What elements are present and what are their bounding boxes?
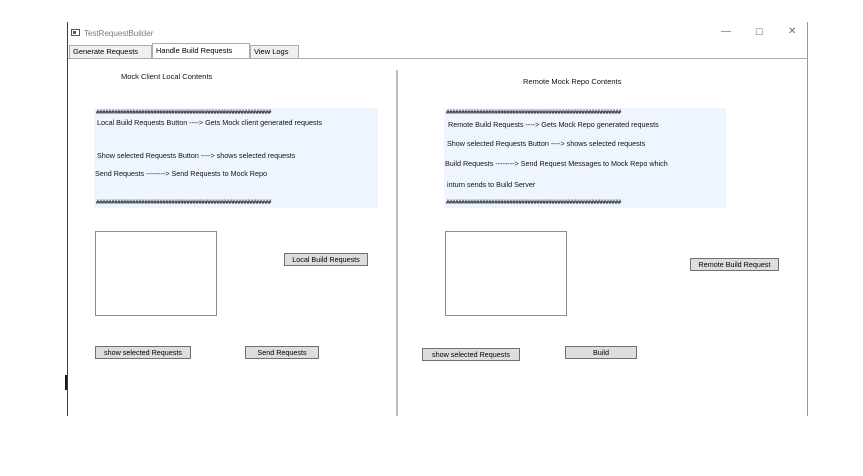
panel-splitter[interactable] xyxy=(396,70,398,416)
send-requests-button[interactable]: Send Requests xyxy=(245,346,319,359)
right-info-separator-bottom: ########################################… xyxy=(446,199,621,206)
tab-view-logs[interactable]: View Logs xyxy=(250,45,299,58)
right-panel-heading: Remote Mock Repo Contents xyxy=(523,77,622,86)
minimize-button[interactable]: — xyxy=(721,26,731,38)
right-info-line-1: Remote Build Requests ----> Gets Mock Re… xyxy=(448,120,659,129)
right-show-selected-requests-button[interactable]: show selected Requests xyxy=(422,348,520,361)
window-edge-accent xyxy=(65,375,67,390)
right-info-line-4: inturn sends to Build Server xyxy=(447,180,536,189)
right-info-line-2: Show selected Requests Button ----> show… xyxy=(447,139,646,148)
build-button[interactable]: Build xyxy=(565,346,637,359)
tab-strip-divider xyxy=(68,58,807,59)
left-panel-heading: Mock Client Local Contents xyxy=(121,72,213,81)
right-info-separator-top: ########################################… xyxy=(446,109,621,116)
left-info-line-3: Send Requests --------> Send Requests to… xyxy=(95,169,267,178)
local-build-requests-button[interactable]: Local Build Requests xyxy=(284,253,368,266)
maximize-button[interactable]: ☐ xyxy=(755,26,763,38)
remote-build-request-button[interactable]: Remote Build Request xyxy=(690,258,779,271)
left-show-selected-requests-button[interactable]: show selected Requests xyxy=(95,346,191,359)
left-info-line-2: Show selected Requests Button ----> show… xyxy=(97,151,296,160)
window-border-left xyxy=(67,22,68,416)
left-info-separator-top: ########################################… xyxy=(96,109,271,116)
right-info-line-3: Build Requests --------> Send Request Me… xyxy=(445,159,668,168)
window-title: TestRequestBuilder xyxy=(84,29,154,38)
close-button[interactable]: ✕ xyxy=(788,26,796,38)
left-info-line-1: Local Build Requests Button ----> Gets M… xyxy=(97,118,323,127)
window-border-right xyxy=(807,22,808,416)
app-icon xyxy=(71,29,80,36)
right-requests-listbox[interactable] xyxy=(445,231,567,316)
tab-handle-build-requests[interactable]: Handle Build Requests xyxy=(152,43,250,59)
left-info-separator-bottom: ########################################… xyxy=(96,199,271,206)
left-requests-listbox[interactable] xyxy=(95,231,217,316)
tab-generate-requests[interactable]: Generate Requests xyxy=(69,45,152,58)
